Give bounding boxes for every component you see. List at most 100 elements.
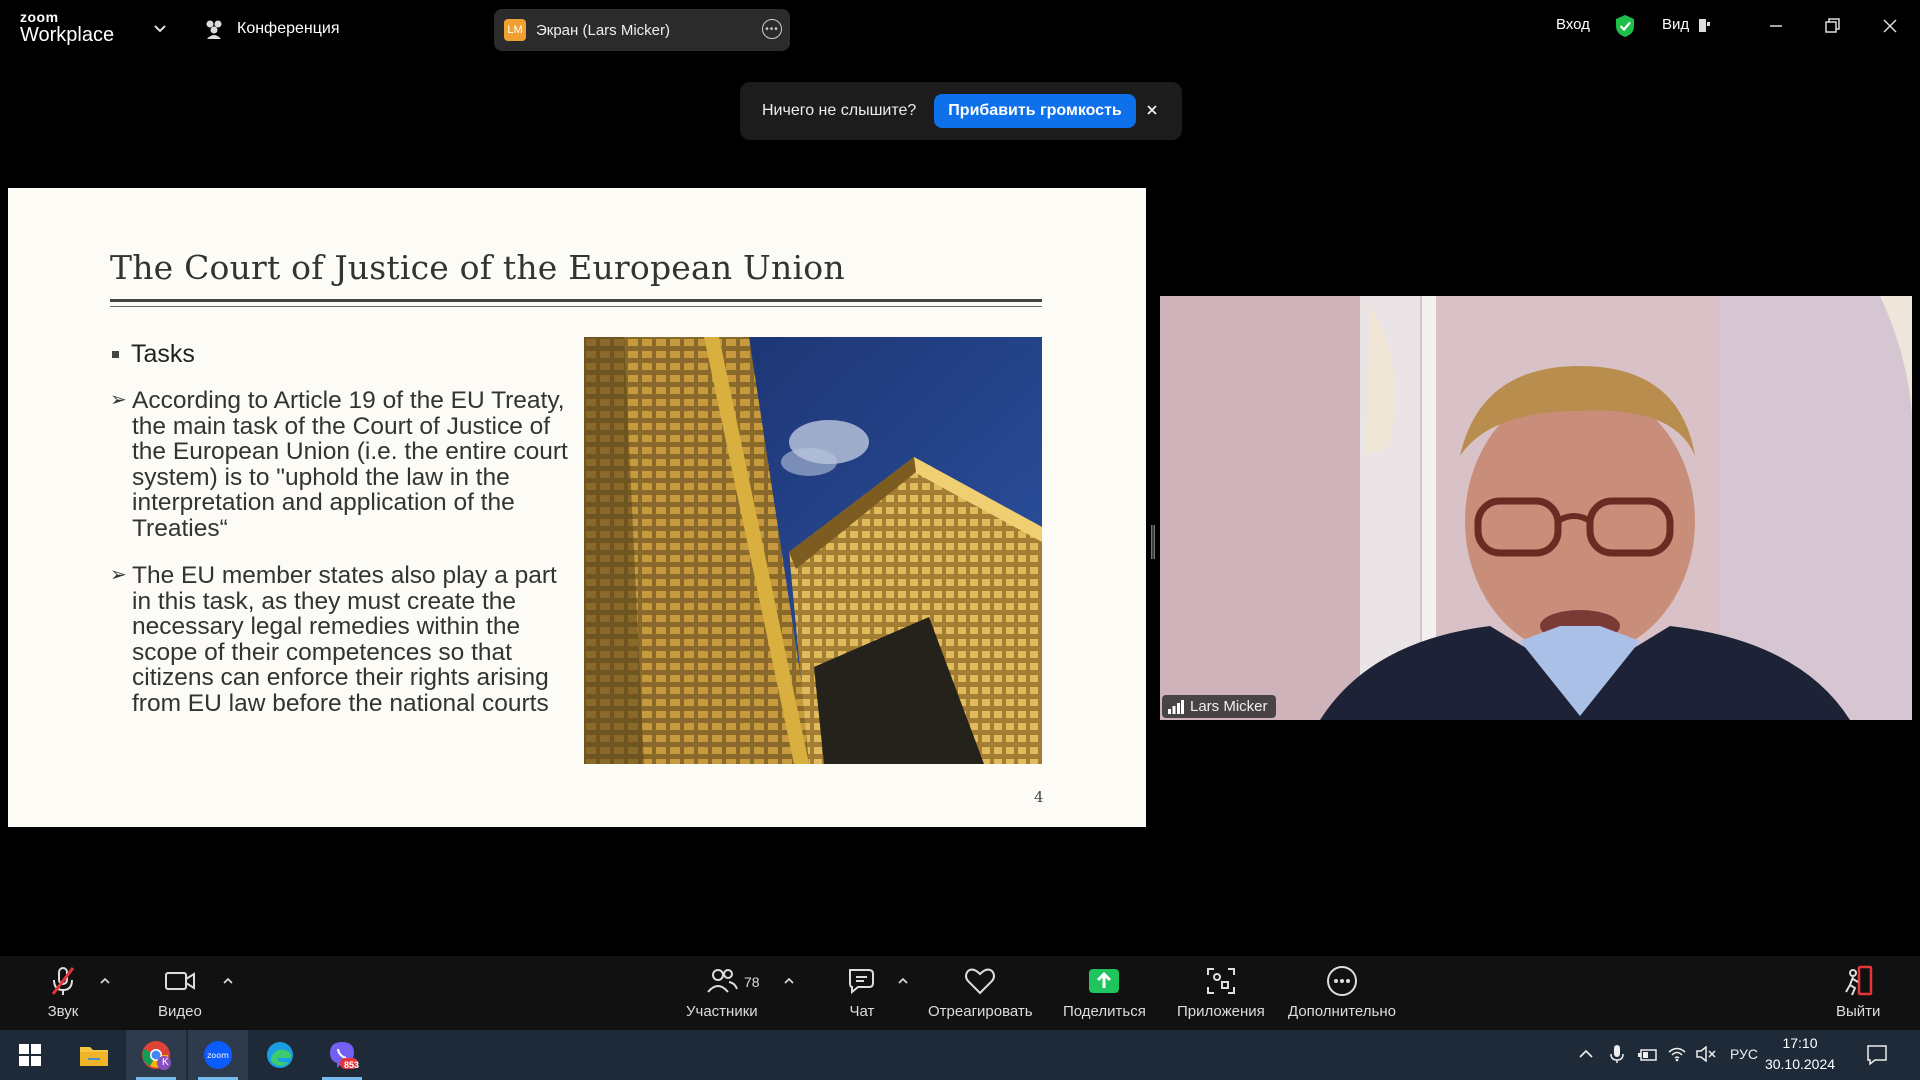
tray-expand-icon[interactable] — [1578, 1048, 1594, 1060]
participant-video-frame — [1160, 296, 1912, 720]
microphone-muted-icon — [51, 967, 75, 995]
paragraph-2: ➢ The EU member states also play a part … — [110, 562, 582, 717]
meeting-icon — [206, 20, 222, 39]
apps-label: Приложения — [1177, 1003, 1265, 1020]
restore-icon[interactable] — [1820, 14, 1844, 38]
meeting-toolbar: Звук Видео Участники 78 Чат Отреагироват… — [0, 956, 1920, 1030]
meeting-info-button[interactable]: Конференция — [203, 16, 340, 42]
screen-share-pill[interactable]: LM Экран (Lars Micker) ••• — [494, 9, 790, 51]
court-towers-photo — [584, 337, 1042, 764]
shield-check-icon[interactable] — [1614, 14, 1636, 38]
participants-label: Участники — [686, 1003, 758, 1020]
participants-icon — [707, 969, 738, 993]
audio-notice: Ничего не слышите? Прибавить громкость — [740, 82, 1182, 140]
input-language[interactable]: РУС — [1730, 1046, 1758, 1062]
apps-button[interactable]: Приложения — [1177, 964, 1265, 1020]
edge-icon — [267, 1042, 293, 1068]
signal-strength-icon — [1168, 699, 1184, 714]
arrow-bullet-icon: ➢ — [110, 389, 127, 411]
wifi-icon[interactable] — [1668, 1046, 1686, 1062]
share-button[interactable]: Поделиться — [1063, 964, 1146, 1020]
participant-name: Lars Micker — [1190, 698, 1268, 715]
system-clock[interactable]: 17:10 30.10.2024 — [1760, 1033, 1840, 1075]
presenter-avatar: LM — [504, 19, 526, 41]
title-bar: zoom Workplace Конференция LM Экран (Lar… — [0, 0, 1920, 56]
more-options-icon[interactable]: ••• — [762, 19, 782, 39]
more-label: Дополнительно — [1288, 1003, 1396, 1020]
zoom-workplace-logo[interactable]: zoom Workplace — [20, 10, 114, 46]
participant-name-tag: Lars Micker — [1162, 695, 1276, 718]
leave-door-icon — [1845, 965, 1873, 996]
view-layout-icon[interactable] — [1698, 18, 1712, 34]
svg-text:zoom: zoom — [207, 1051, 229, 1060]
close-icon[interactable] — [1878, 14, 1902, 38]
title-rule-thin — [110, 306, 1042, 307]
clock-date: 30.10.2024 — [1764, 1056, 1836, 1072]
react-label: Отреагировать — [928, 1003, 1033, 1020]
speaker-muted-icon[interactable] — [1696, 1046, 1716, 1062]
screen-share-label: Экран (Lars Micker) — [536, 21, 670, 39]
taskbar-chrome[interactable]: K — [126, 1030, 186, 1080]
bullet-tasks: Tasks — [112, 340, 195, 369]
windows-logo-icon — [19, 1044, 41, 1066]
audio-notice-text: Ничего не слышите? — [762, 102, 917, 119]
viber-badge: 853 — [344, 1060, 360, 1070]
react-button[interactable]: Отреагировать — [928, 964, 1033, 1020]
chat-button[interactable]: Чат — [845, 964, 879, 1020]
chat-icon — [849, 969, 874, 995]
audio-options-caret-icon[interactable] — [98, 976, 112, 986]
shared-slide[interactable]: The Court of Justice of the European Uni… — [8, 188, 1146, 827]
clock-time: 17:10 — [1782, 1035, 1818, 1051]
taskbar-file-explorer[interactable] — [64, 1030, 124, 1080]
audio-label: Звук — [47, 1003, 79, 1020]
title-rule — [110, 299, 1042, 302]
chat-options-caret-icon[interactable] — [896, 976, 910, 986]
slide-page-number: 4 — [1034, 788, 1044, 806]
participants-count: 78 — [744, 974, 760, 990]
view-menu-label[interactable]: Вид — [1662, 16, 1689, 33]
paragraph-1: ➢ According to Article 19 of the EU Trea… — [110, 388, 582, 541]
chat-label: Чат — [849, 1003, 875, 1020]
leave-button[interactable]: Выйти — [1836, 964, 1880, 1020]
video-button[interactable]: Видео — [158, 964, 202, 1020]
bullet-tasks-text: Tasks — [131, 340, 195, 368]
close-notice-icon[interactable] — [1142, 100, 1162, 120]
apps-icon — [1206, 968, 1235, 994]
participants-options-caret-icon[interactable] — [782, 976, 796, 986]
logo-small-text: zoom — [20, 9, 59, 25]
taskbar-viber[interactable]: 853 — [312, 1030, 372, 1080]
slide-title: The Court of Justice of the European Uni… — [110, 248, 845, 287]
video-camera-icon — [164, 972, 195, 990]
tray-microphone-icon[interactable] — [1610, 1044, 1624, 1064]
video-label: Видео — [158, 1003, 202, 1020]
participant-video[interactable]: Lars Micker — [1160, 296, 1912, 720]
participants-button[interactable]: Участники — [686, 964, 758, 1020]
notifications-icon[interactable] — [1866, 1044, 1888, 1066]
leave-label: Выйти — [1836, 1003, 1881, 1020]
signin-link[interactable]: Вход — [1556, 16, 1590, 33]
heart-icon — [965, 968, 996, 995]
minimize-icon[interactable] — [1764, 14, 1788, 38]
more-options-circle-icon — [1326, 966, 1357, 996]
increase-volume-button[interactable]: Прибавить громкость — [934, 94, 1136, 128]
share-label: Поделиться — [1063, 1003, 1146, 1020]
share-screen-icon — [1089, 969, 1120, 993]
taskbar-zoom[interactable]: zoom — [188, 1030, 248, 1080]
folder-icon — [80, 1047, 108, 1066]
taskbar-edge[interactable] — [250, 1030, 310, 1080]
logo-big-text: Workplace — [20, 24, 115, 46]
chrome-profile-badge: K — [162, 1057, 169, 1068]
arrow-bullet-icon: ➢ — [110, 564, 127, 586]
video-options-caret-icon[interactable] — [221, 976, 235, 986]
battery-icon[interactable] — [1638, 1048, 1658, 1062]
splitter-handle[interactable] — [1151, 525, 1155, 559]
windows-taskbar: K zoom 853 РУС 17:10 30.10.2024 — [0, 1030, 1920, 1080]
audio-button[interactable]: Звук — [46, 964, 80, 1020]
square-bullet-icon — [112, 351, 119, 358]
start-button[interactable] — [0, 1030, 60, 1080]
meeting-label: Конференция — [237, 20, 340, 37]
paragraph-2-text: The EU member states also play a part in… — [132, 562, 557, 717]
chevron-down-icon[interactable] — [150, 18, 170, 38]
more-button[interactable]: Дополнительно — [1288, 964, 1396, 1020]
zoom-app-icon: zoom — [204, 1041, 232, 1069]
